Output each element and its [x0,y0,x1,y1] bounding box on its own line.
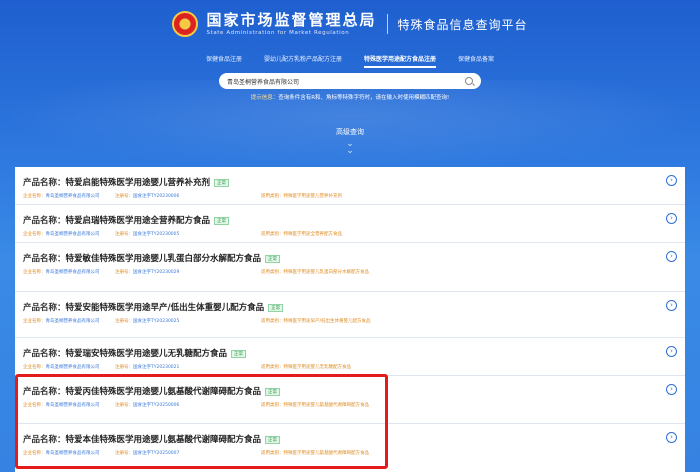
result-card[interactable]: 产品名称：特爱本佳特殊医学用途婴儿氨基酸代谢障碍配方食品 正常 企业名称：青岛圣桐… [15,424,685,472]
reg-meta: 注册号：国食注字TY20230025 [115,319,180,324]
chevron-right-icon[interactable]: › [666,432,677,443]
hint-label: 提示信息： [250,95,279,101]
status-badge: 正常 [214,216,230,225]
result-card[interactable]: 产品名称：特爱敏佳特殊医学用途婴儿乳蛋白部分水解配方食品 正常 企业名称：青岛圣桐… [15,243,685,292]
status-badge: 正常 [265,387,281,396]
result-card[interactable]: 产品名称：特爱启瑞特殊医学用途全营养配方食品 正常 企业名称：青岛圣桐营养食品有限… [15,205,685,243]
agency-name-en: State Administration for Market Regulati… [206,29,350,36]
product-name: 产品名称：特爱敏佳特殊医学用途婴儿乳蛋白部分水解配方食品 正常 [23,252,281,264]
advanced-search-button[interactable]: 高级查询 [0,127,700,137]
product-name: 产品名称：特爱安能特殊医学用途早产/低出生体重婴儿配方食品 正常 [23,301,284,313]
reg-meta: 注册号：国食注字TY20230021 [115,365,180,370]
company-meta: 企业名称：青岛圣桐营养食品有限公司 [23,403,100,408]
agency-name-cn: 国家市场监督管理总局 [206,10,377,29]
product-name-link[interactable]: 特爱安能特殊医学用途早产/低出生体重婴儿配方食品 [66,303,265,313]
company-meta: 企业名称：青岛圣桐营养食品有限公司 [23,270,100,275]
result-card[interactable]: 产品名称：特爱瑞安特殊医学用途婴儿无乳糖配方食品 正常 企业名称：青岛圣桐营养食品… [15,338,685,376]
search-icon[interactable] [465,77,473,85]
chevron-right-icon[interactable]: › [666,251,677,262]
chevron-right-icon[interactable]: › [666,384,677,395]
category-meta: 适用类别：特殊医学用途婴儿无乳糖配方食品 [261,365,351,370]
product-name-link[interactable]: 特爱丙佳特殊医学用途婴儿氨基酸代谢障碍配方食品 [66,387,262,397]
national-emblem-icon [172,11,199,37]
product-name-link[interactable]: 特爱启能特殊医学用途婴儿营养补充剂 [66,178,211,188]
category-meta: 适用类别：特殊医学用途婴儿氨基酸代谢障碍配方食品 [261,403,369,408]
product-name-link[interactable]: 特爱敏佳特殊医学用途婴儿乳蛋白部分水解配方食品 [66,254,262,264]
category-meta: 适用类别：特殊医学用途婴儿营养补充剂 [261,194,342,199]
hint-text: 查询条件含有R和、角标等特殊字符时，请在输入时使用模糊匹配查询! [278,95,450,101]
advanced-search-label: 高级查询 [336,128,364,136]
company-meta: 企业名称：青岛圣桐营养食品有限公司 [23,194,100,199]
result-card[interactable]: 产品名称：特爱安能特殊医学用途早产/低出生体重婴儿配方食品 正常 企业名称：青岛圣… [15,292,685,338]
category-meta: 适用类别：特殊医学用途早产/低出生体重婴儿配方食品 [261,319,371,324]
platform-title: 特殊食品信息查询平台 [397,17,528,32]
company-meta: 企业名称：青岛圣桐营养食品有限公司 [23,319,100,324]
category-meta: 适用类别：特殊医学用途全营养配方食品 [261,232,342,237]
product-name: 产品名称：特爱启瑞特殊医学用途全营养配方食品 正常 [23,214,230,226]
product-name: 产品名称：特爱启能特殊医学用途婴儿营养补充剂 正常 [23,176,230,188]
chevron-right-icon[interactable]: › [666,213,677,224]
product-name-link[interactable]: 特爱启瑞特殊医学用途全营养配方食品 [66,216,211,226]
double-chevron-down-icon[interactable]: ⌄ ⌄ [343,140,357,156]
agency-name: 国家市场监督管理总局 State Administration for Mark… [206,10,377,37]
chevron-right-icon[interactable]: › [666,346,677,357]
status-badge: 正常 [265,254,281,263]
category-meta: 适用类别：特殊医学用途婴儿乳蛋白部分水解配方食品 [261,270,369,275]
result-card[interactable]: 产品名称：特爱启能特殊医学用途婴儿营养补充剂 正常 企业名称：青岛圣桐营养食品有限… [15,167,685,205]
product-name-link[interactable]: 特爱本佳特殊医学用途婴儿氨基酸代谢障碍配方食品 [66,435,262,445]
product-name: 产品名称：特爱丙佳特殊医学用途婴儿氨基酸代谢障碍配方食品 正常 [23,385,281,397]
chevron-right-icon[interactable]: › [666,300,677,311]
company-meta: 企业名称：青岛圣桐营养食品有限公司 [23,365,100,370]
nav-health-food-registration[interactable]: 保健食品注册 [206,52,242,66]
reg-meta: 注册号：国食注字TY20230005 [115,232,180,237]
results-list: 产品名称：特爱启能特殊医学用途婴儿营养补充剂 正常 企业名称：青岛圣桐营养食品有限… [15,167,685,472]
company-meta: 企业名称：青岛圣桐营养食品有限公司 [23,232,100,237]
result-card[interactable]: 产品名称：特爱丙佳特殊医学用途婴儿氨基酸代谢障碍配方食品 正常 企业名称：青岛圣桐… [15,376,685,424]
category-nav: 保健食品注册 婴幼儿配方乳粉产品配方注册 特殊医学用途配方食品注册 保健食品备案 [0,52,700,68]
nav-infant-formula-registration[interactable]: 婴幼儿配方乳粉产品配方注册 [264,52,342,66]
nav-fsmp-registration[interactable]: 特殊医学用途配方食品注册 [364,52,437,68]
site-header: 国家市场监督管理总局 State Administration for Mark… [0,6,700,42]
status-badge: 正常 [231,349,247,358]
reg-meta: 注册号：国食注字TY20230006 [115,194,180,199]
reg-meta: 注册号：国食注字TY20250007 [115,451,180,456]
product-name-link[interactable]: 特爱瑞安特殊医学用途婴儿无乳糖配方食品 [66,349,228,359]
header-divider [386,14,388,34]
category-meta: 适用类别：特殊医学用途婴儿氨基酸代谢障碍配方食品 [261,451,369,456]
search-input[interactable] [227,77,465,85]
reg-meta: 注册号：国食注字TY20230029 [115,270,180,275]
status-badge: 正常 [265,435,281,444]
status-badge: 正常 [214,178,230,187]
product-name: 产品名称：特爱瑞安特殊医学用途婴儿无乳糖配方食品 正常 [23,347,247,359]
chevron-right-icon[interactable]: › [666,175,677,186]
nav-health-food-filing[interactable]: 保健食品备案 [458,52,494,66]
company-meta: 企业名称：青岛圣桐营养食品有限公司 [23,451,100,456]
search-bar [219,73,481,89]
status-badge: 正常 [268,303,284,312]
product-name: 产品名称：特爱本佳特殊医学用途婴儿氨基酸代谢障碍配方食品 正常 [23,433,281,445]
reg-meta: 注册号：国食注字TY20250006 [115,403,180,408]
search-hint: 提示信息：查询条件含有R和、角标等特殊字符时，请在输入时使用模糊匹配查询! [0,93,700,101]
